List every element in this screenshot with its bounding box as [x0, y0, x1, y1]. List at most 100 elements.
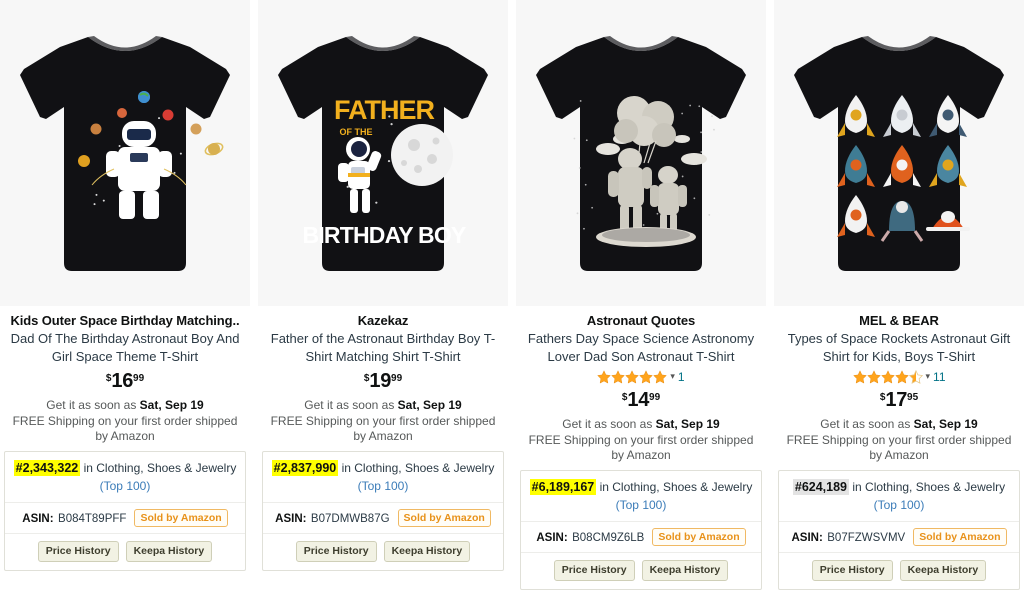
price-whole: 16 — [111, 371, 133, 391]
keepa-panel: #624,189 in Clothing, Shoes & Jewelry (T… — [778, 470, 1020, 590]
product-brand[interactable]: MEL & BEAR — [780, 312, 1018, 329]
keepa-panel: #2,343,322 in Clothing, Shoes & Jewelry … — [4, 451, 246, 571]
delivery-prefix: Get it as soon as — [304, 398, 394, 412]
sold-by-amazon-badge: Sold by Amazon — [134, 509, 227, 527]
sales-rank-row: #6,189,167 in Clothing, Shoes & Jewelry … — [521, 471, 761, 522]
asin-label: ASIN: — [536, 532, 567, 544]
keepa-button-row: Price History Keepa History — [521, 553, 761, 589]
price-whole: 17 — [885, 390, 907, 410]
product-title[interactable]: Dad Of The Birthday Astronaut Boy And Gi… — [6, 330, 244, 366]
review-count[interactable]: 11 — [933, 371, 945, 383]
product-title[interactable]: Father of the Astronaut Birthday Boy T-S… — [264, 330, 502, 366]
free-shipping-note: FREE Shipping on your first order shippe… — [780, 433, 1018, 463]
keepa-panel: #6,189,167 in Clothing, Shoes & Jewelry … — [520, 470, 762, 590]
price-history-button[interactable]: Price History — [296, 541, 377, 562]
free-shipping-note: FREE Shipping on your first order shippe… — [264, 414, 502, 444]
asin-label: ASIN: — [22, 513, 53, 525]
asin-value[interactable]: B08CM9Z6LB — [572, 532, 644, 544]
asin-label: ASIN: — [275, 513, 306, 525]
free-shipping-note: FREE Shipping on your first order shippe… — [522, 433, 760, 463]
delivery-info: Get it as soon as Sat, Sep 19 FREE Shippi… — [780, 417, 1018, 463]
product-card[interactable]: MEL & BEAR Types of Space Rockets Astrona… — [774, 0, 1024, 590]
sales-rank-number: #2,343,322 — [14, 460, 81, 476]
asin-value[interactable]: B084T89PFF — [58, 513, 126, 525]
product-brand[interactable]: Kids Outer Space Birthday Matching.. — [6, 312, 244, 329]
keepa-history-button[interactable]: Keepa History — [900, 560, 987, 581]
top-100-link[interactable]: (Top 100) — [100, 479, 151, 493]
product-card[interactable]: Astronaut Quotes Fathers Day Space Scienc… — [516, 0, 766, 590]
delivery-date: Sat, Sep 19 — [914, 417, 978, 431]
keepa-history-button[interactable]: Keepa History — [642, 560, 729, 581]
product-price: $17 95 — [780, 390, 1018, 410]
product-card[interactable]: Kids Outer Space Birthday Matching.. Dad … — [0, 0, 250, 571]
price-history-button[interactable]: Price History — [812, 560, 893, 581]
chevron-down-icon[interactable]: ▾ — [926, 372, 931, 381]
types-of-space-rockets-tshirt — [792, 31, 1006, 276]
free-shipping-note: FREE Shipping on your first order shippe… — [6, 414, 244, 444]
keepa-history-button[interactable]: Keepa History — [384, 541, 471, 562]
price-currency: $ — [364, 372, 370, 385]
sales-rank-number: #2,837,990 — [272, 460, 339, 476]
price-fraction: 99 — [649, 391, 660, 404]
sold-by-amazon-badge: Sold by Amazon — [652, 528, 745, 546]
asin-label: ASIN: — [791, 532, 822, 544]
keepa-history-button[interactable]: Keepa History — [126, 541, 213, 562]
sales-rank-text: #6,189,167 in Clothing, Shoes & Jewelry … — [530, 479, 753, 512]
asin-row: ASIN: B08CM9Z6LB Sold by Amazon — [521, 522, 761, 553]
keepa-button-row: Price History Keepa History — [263, 534, 503, 570]
svg-text:BIRTHDAY BOY: BIRTHDAY BOY — [303, 222, 466, 248]
product-card[interactable]: FATHER OF THE BIRTHDAY BOY Kazekaz Father of… — [258, 0, 508, 571]
product-brand[interactable]: Astronaut Quotes — [522, 312, 760, 329]
asin-row: ASIN: B07FZWSVMV Sold by Amazon — [779, 522, 1019, 553]
delivery-prefix: Get it as soon as — [562, 417, 652, 431]
star-rating-icon — [853, 370, 923, 384]
product-image-tile[interactable] — [774, 0, 1024, 306]
product-brand[interactable]: Kazekaz — [264, 312, 502, 329]
delivery-date: Sat, Sep 19 — [398, 398, 462, 412]
sales-rank-category: in Clothing, Shoes & Jewelry — [84, 461, 237, 475]
product-rating[interactable]: ▾ 1 — [522, 369, 760, 385]
product-info: MEL & BEAR Types of Space Rockets Astrona… — [774, 306, 1024, 463]
sold-by-amazon-badge: Sold by Amazon — [913, 528, 1006, 546]
price-currency: $ — [622, 391, 628, 404]
delivery-info: Get it as soon as Sat, Sep 19 FREE Shippi… — [522, 417, 760, 463]
sales-rank-category: in Clothing, Shoes & Jewelry — [852, 480, 1005, 494]
delivery-date: Sat, Sep 19 — [656, 417, 720, 431]
top-100-link[interactable]: (Top 100) — [616, 498, 667, 512]
asin-value[interactable]: B07FZWSVMV — [827, 532, 905, 544]
product-price: $19 99 — [264, 371, 502, 391]
asin-row: ASIN: B07DMWB87G Sold by Amazon — [263, 503, 503, 534]
product-image-tile[interactable]: FATHER OF THE BIRTHDAY BOY — [258, 0, 508, 306]
product-info: Kids Outer Space Birthday Matching.. Dad … — [0, 306, 250, 444]
sales-rank-category: in Clothing, Shoes & Jewelry — [342, 461, 495, 475]
price-fraction: 99 — [391, 372, 402, 385]
star-rating-icon — [597, 370, 667, 384]
sold-by-amazon-badge: Sold by Amazon — [398, 509, 491, 527]
product-image-tile[interactable] — [0, 0, 250, 306]
product-price: $16 99 — [6, 371, 244, 391]
product-results-grid: Kids Outer Space Birthday Matching.. Dad … — [0, 0, 1024, 590]
review-count[interactable]: 1 — [678, 371, 685, 383]
price-whole: 14 — [627, 390, 649, 410]
chevron-down-icon[interactable]: ▾ — [670, 372, 675, 381]
father-of-the-birthday-boy-tshirt: FATHER OF THE BIRTHDAY BOY — [276, 31, 490, 276]
sales-rank-row: #2,343,322 in Clothing, Shoes & Jewelry … — [5, 452, 245, 503]
svg-text:OF THE: OF THE — [340, 127, 373, 137]
price-history-button[interactable]: Price History — [554, 560, 635, 581]
sales-rank-category: in Clothing, Shoes & Jewelry — [600, 480, 753, 494]
price-history-button[interactable]: Price History — [38, 541, 119, 562]
delivery-date: Sat, Sep 19 — [140, 398, 204, 412]
price-whole: 19 — [369, 371, 391, 391]
asin-row: ASIN: B084T89PFF Sold by Amazon — [5, 503, 245, 534]
product-title[interactable]: Fathers Day Space Science Astronomy Love… — [522, 330, 760, 366]
delivery-prefix: Get it as soon as — [46, 398, 136, 412]
asin-value[interactable]: B07DMWB87G — [311, 513, 390, 525]
product-title[interactable]: Types of Space Rockets Astronaut Gift Sh… — [780, 330, 1018, 366]
svg-text:FATHER: FATHER — [334, 95, 434, 125]
product-info: Astronaut Quotes Fathers Day Space Scienc… — [516, 306, 766, 463]
product-image-tile[interactable] — [516, 0, 766, 306]
top-100-link[interactable]: (Top 100) — [358, 479, 409, 493]
dad-and-son-astronauts-balloons-tshirt — [534, 31, 748, 276]
product-rating[interactable]: ▾ 11 — [780, 369, 1018, 385]
top-100-link[interactable]: (Top 100) — [874, 498, 925, 512]
